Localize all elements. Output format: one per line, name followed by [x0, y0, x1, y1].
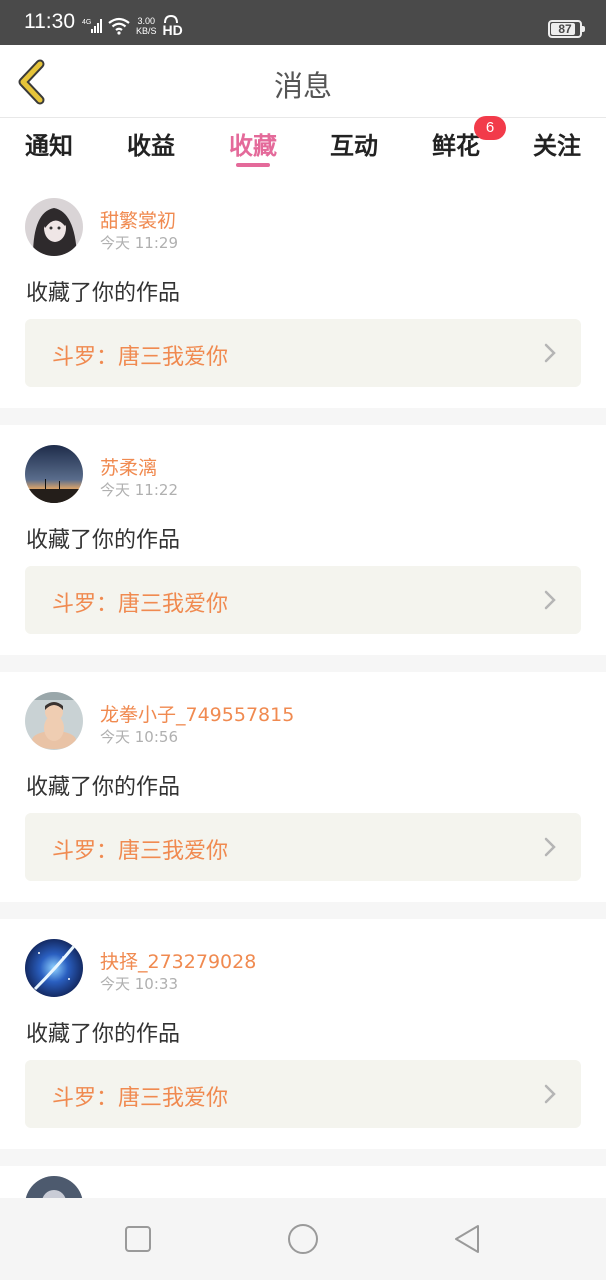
svg-text:4G: 4G [82, 19, 91, 26]
square-icon [125, 1226, 151, 1252]
avatar[interactable] [25, 939, 83, 997]
tab-interactions[interactable]: 互动 [330, 126, 378, 161]
battery-icon: 87 [548, 20, 585, 38]
chevron-right-icon [544, 837, 556, 857]
circle-icon [288, 1224, 318, 1254]
avatar[interactable] [25, 198, 83, 256]
work-link[interactable]: 斗罗：唐三我爱你 [25, 1060, 581, 1128]
status-bar: 11:30 4G 3.00 KB/S HD 87 [0, 0, 606, 45]
system-nav-bar [0, 1198, 606, 1280]
list-item [0, 1166, 606, 1198]
user-name[interactable]: 甜繁裳初 [100, 206, 176, 233]
message-text: 收藏了你的作品 [26, 528, 181, 553]
work-title: 斗罗：唐三我爱你 [52, 839, 229, 864]
signal-icon: 4G [82, 19, 102, 33]
work-link[interactable]: 斗罗：唐三我爱你 [25, 566, 581, 634]
tab-notifications[interactable]: 通知 [25, 126, 73, 161]
tab-flowers[interactable]: 鲜花 6 [432, 116, 506, 161]
list-item: 甜繁裳初 今天 11:29 收藏了你的作品 斗罗：唐三我爱你 [0, 178, 606, 425]
list-item: 苏柔漓 今天 11:22 收藏了你的作品 斗罗：唐三我爱你 [0, 425, 606, 672]
status-time: 11:30 [24, 10, 75, 33]
avatar-image-icon [25, 939, 83, 997]
tab-earnings[interactable]: 收益 [127, 126, 175, 161]
work-link[interactable]: 斗罗：唐三我爱你 [25, 813, 581, 881]
hd-indicator: HD [163, 14, 183, 38]
message-list[interactable]: 甜繁裳初 今天 11:29 收藏了你的作品 斗罗：唐三我爱你 苏柔漓 今天 11… [0, 178, 606, 1198]
avatar[interactable] [25, 1176, 83, 1198]
page-title: 消息 [273, 69, 332, 103]
avatar-image-icon [25, 1176, 83, 1198]
avatar-image-icon [25, 692, 83, 750]
avatar-image-icon [25, 445, 83, 503]
wifi-icon [108, 17, 130, 35]
list-item: 抉择_273279028 今天 10:33 收藏了你的作品 斗罗：唐三我爱你 [0, 919, 606, 1166]
tab-following[interactable]: 关注 [533, 126, 581, 161]
work-title: 斗罗：唐三我爱你 [52, 592, 229, 617]
chevron-right-icon [544, 590, 556, 610]
avatar-image-icon [25, 198, 83, 256]
work-title: 斗罗：唐三我爱你 [52, 345, 229, 370]
tab-favorites[interactable]: 收藏 [229, 126, 277, 161]
list-item: 龙拳小子_749557815 今天 10:56 收藏了你的作品 斗罗：唐三我爱你 [0, 672, 606, 919]
message-time: 今天 10:56 [100, 728, 178, 746]
tab-bar: 通知 收益 收藏 互动 鲜花 6 关注 [0, 116, 606, 170]
avatar[interactable] [25, 445, 83, 503]
header: 消息 [0, 45, 606, 118]
message-time: 今天 11:29 [100, 234, 178, 252]
user-name[interactable]: 龙拳小子_749557815 [100, 700, 294, 727]
chevron-right-icon [544, 1084, 556, 1104]
chevron-right-icon [544, 343, 556, 363]
message-text: 收藏了你的作品 [26, 775, 181, 800]
work-title: 斗罗：唐三我爱你 [52, 1086, 229, 1111]
work-link[interactable]: 斗罗：唐三我爱你 [25, 319, 581, 387]
message-text: 收藏了你的作品 [26, 1022, 181, 1047]
message-text: 收藏了你的作品 [26, 281, 181, 306]
home-button[interactable] [286, 1222, 320, 1256]
message-time: 今天 11:22 [100, 481, 178, 499]
system-back-button[interactable] [451, 1222, 485, 1256]
user-name[interactable]: 抉择_273279028 [100, 947, 256, 974]
active-tab-indicator [236, 163, 270, 167]
battery-level: 87 [558, 22, 572, 36]
net-speed: 3.00 KB/S [136, 16, 157, 36]
message-time: 今天 10:33 [100, 975, 178, 993]
avatar[interactable] [25, 692, 83, 750]
unread-badge: 6 [474, 116, 506, 140]
user-name[interactable]: 苏柔漓 [100, 453, 157, 480]
triangle-back-icon [455, 1225, 479, 1253]
status-icons: 4G 3.00 KB/S HD [82, 14, 183, 38]
recents-button[interactable] [121, 1222, 155, 1256]
